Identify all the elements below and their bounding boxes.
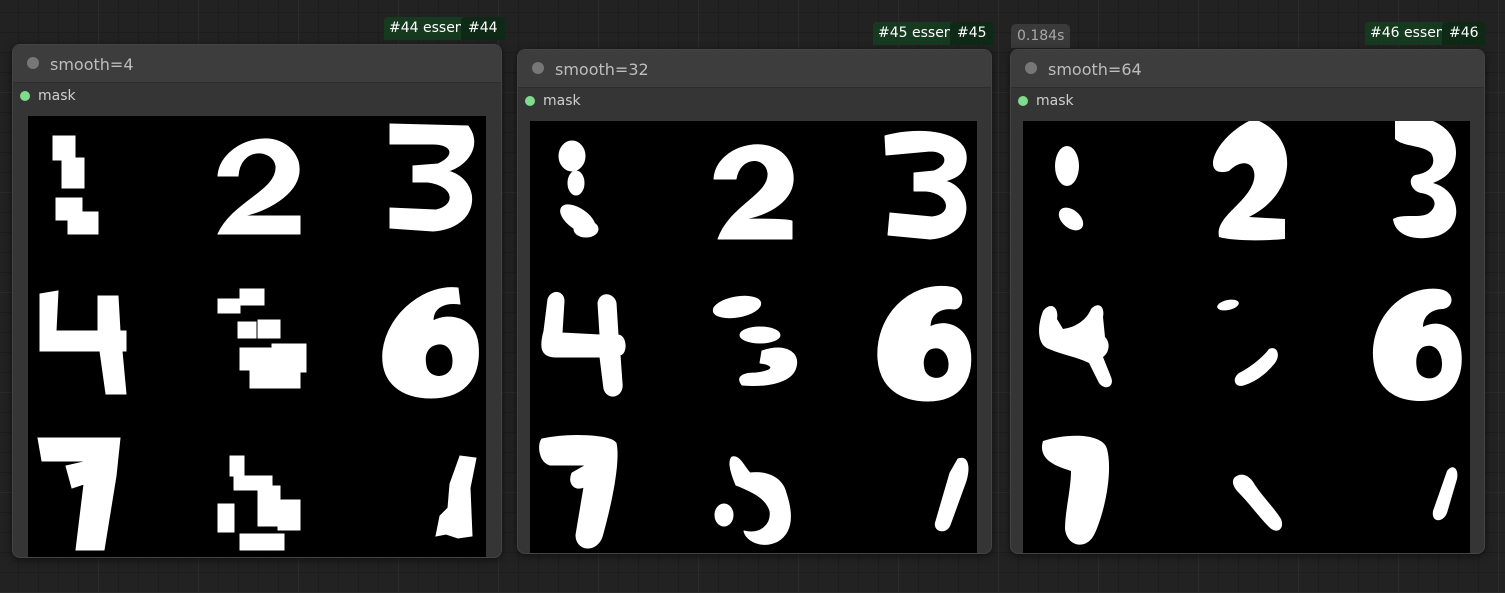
node-badge-id: #46 <box>1442 22 1486 45</box>
output-connector-dot[interactable] <box>525 96 535 106</box>
collapse-toggle[interactable] <box>27 57 39 69</box>
digit-3-mask <box>389 123 475 232</box>
output-slot-mask[interactable]: mask <box>518 88 991 114</box>
node-smooth-32[interactable]: smooth=32 mask <box>517 49 992 554</box>
digit-6-mask <box>877 285 972 402</box>
node-badge-pack: #46 essentials <box>1370 25 1442 41</box>
execution-time-badge: 0.184s <box>1011 24 1071 48</box>
digit-7-mask <box>37 437 121 551</box>
node-badge-46: #46 essentials#46 <box>1365 22 1486 45</box>
output-slot-mask[interactable]: mask <box>13 83 501 109</box>
digit-7-mask <box>539 435 618 549</box>
digit-8-mask <box>1232 474 1283 531</box>
output-connector-dot[interactable] <box>20 91 30 101</box>
digit-4-mask <box>1039 305 1112 388</box>
output-label: mask <box>1036 93 1074 109</box>
digit-9-mask <box>1432 467 1458 521</box>
collapse-toggle[interactable] <box>1025 62 1037 74</box>
digit-2-mask <box>1212 121 1288 241</box>
digit-9-mask <box>435 455 477 539</box>
digit-6-mask <box>382 287 479 399</box>
digit-1-mask <box>558 140 599 238</box>
output-label: mask <box>543 93 581 109</box>
collapse-toggle[interactable] <box>532 62 544 74</box>
node-badge-45: #45 essentials#45 <box>873 22 994 45</box>
digit-1-mask <box>52 135 99 235</box>
node-badge-pack: #45 essentials <box>878 25 950 41</box>
digit-8-mask <box>714 456 791 545</box>
node-smooth-4[interactable]: smooth=4 mask <box>12 44 502 558</box>
node-badge-id: #44 <box>461 17 505 40</box>
output-label: mask <box>38 88 76 104</box>
digit-2-mask <box>217 138 301 235</box>
node-header[interactable]: smooth=32 <box>518 50 991 88</box>
digit-9-mask <box>934 457 969 532</box>
digit-5-mask <box>712 295 798 386</box>
node-badge-pack: #44 essentials <box>389 20 461 36</box>
mask-preview-svg <box>37 123 479 551</box>
digit-2-mask <box>713 144 794 240</box>
digit-3-mask <box>1393 121 1457 239</box>
mask-preview-image <box>530 121 977 553</box>
digit-1-mask <box>1055 146 1084 231</box>
mask-preview-svg <box>1039 121 1462 545</box>
output-connector-dot[interactable] <box>1018 96 1028 106</box>
digit-6-mask <box>1372 288 1462 401</box>
mask-preview-svg <box>539 130 972 549</box>
digit-5-mask <box>1217 299 1278 386</box>
digit-4-mask <box>541 292 626 397</box>
node-badge-44: #44 essentials#44 <box>384 17 505 40</box>
node-badge-id: #45 <box>950 22 994 45</box>
mask-preview-image <box>28 116 486 557</box>
digit-4-mask <box>39 290 127 395</box>
digit-5-mask <box>217 288 307 389</box>
mask-preview-image <box>1023 121 1470 553</box>
node-title: smooth=64 <box>1048 60 1142 79</box>
node-title: smooth=32 <box>555 60 649 79</box>
digit-8-mask <box>217 455 301 551</box>
node-header[interactable]: smooth=64 <box>1011 50 1484 88</box>
digit-3-mask <box>884 130 967 240</box>
output-slot-mask[interactable]: mask <box>1011 88 1484 114</box>
node-smooth-64[interactable]: smooth=64 mask <box>1010 49 1485 554</box>
node-header[interactable]: smooth=4 <box>13 45 501 83</box>
digit-7-mask <box>1041 435 1110 545</box>
node-title: smooth=4 <box>50 55 134 74</box>
